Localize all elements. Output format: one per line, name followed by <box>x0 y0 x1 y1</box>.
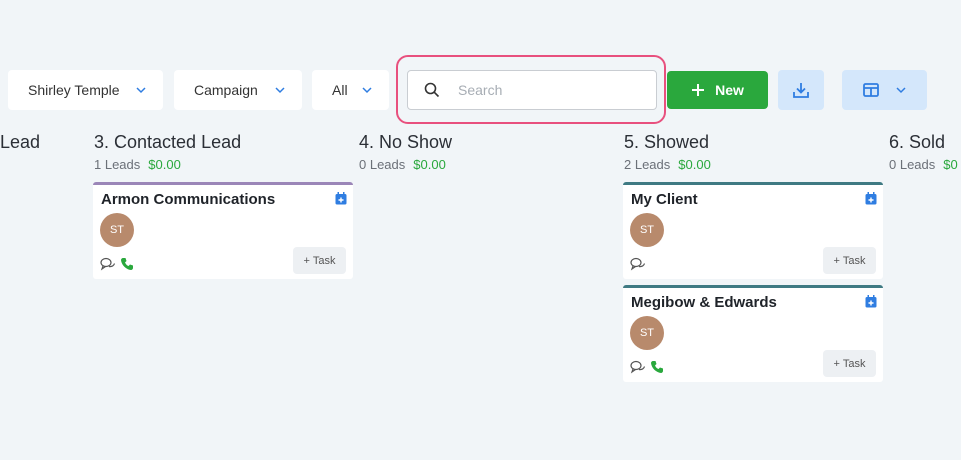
lead-card[interactable]: Armon Communications ST + Task <box>93 182 353 279</box>
phone-icon[interactable] <box>120 257 134 271</box>
campaign-filter-dropdown[interactable]: Campaign <box>174 70 302 110</box>
calendar-add-icon[interactable] <box>865 295 877 308</box>
card-color-bar <box>623 285 883 288</box>
chat-icon[interactable] <box>100 257 116 271</box>
lead-card[interactable]: Megibow & Edwards ST + Task <box>623 285 883 382</box>
lead-name: My Client <box>631 191 698 208</box>
chat-icon[interactable] <box>630 360 646 374</box>
lead-count: 2 Leads <box>624 157 671 172</box>
search-icon <box>424 82 440 98</box>
column-title-contacted-lead: 3. Contacted Lead <box>94 132 242 152</box>
column-title-no-show: 4. No Show <box>359 132 453 152</box>
avatar[interactable]: ST <box>100 213 134 247</box>
chat-icon[interactable] <box>630 257 646 271</box>
lead-count: 1 Leads <box>94 157 141 172</box>
add-task-button[interactable]: + Task <box>823 247 876 274</box>
plus-icon <box>692 84 705 96</box>
lead-count: 0 Leads <box>359 157 406 172</box>
card-color-bar <box>93 182 353 185</box>
lead-card[interactable]: My Client ST + Task <box>623 182 883 279</box>
search-box[interactable] <box>407 70 657 110</box>
lead-count: 0 Leads <box>889 157 936 172</box>
card-color-bar <box>623 182 883 185</box>
lead-amount: $0.00 <box>413 157 446 172</box>
status-filter-label: All <box>332 82 348 98</box>
chevron-down-icon <box>362 87 372 94</box>
chevron-down-icon <box>136 87 146 94</box>
download-button[interactable] <box>778 70 824 110</box>
view-toggle-button[interactable] <box>842 70 927 110</box>
add-task-button[interactable]: + Task <box>823 350 876 377</box>
calendar-add-icon[interactable] <box>335 192 347 205</box>
column-title-lead: Lead <box>0 132 41 152</box>
lead-amount: $0.00 <box>678 157 711 172</box>
column-summary: 1 Leads $0.00 <box>94 157 181 172</box>
card-actions <box>630 257 646 271</box>
columns-layout-icon <box>862 83 879 97</box>
card-actions <box>630 360 664 374</box>
column-summary: 0 Leads $0.00 <box>359 157 446 172</box>
add-task-button[interactable]: + Task <box>293 247 346 274</box>
column-title-sold: 6. Sold <box>889 132 946 152</box>
avatar[interactable]: ST <box>630 316 664 350</box>
search-input[interactable] <box>458 82 638 98</box>
lead-amount: $0 <box>943 157 958 172</box>
phone-icon[interactable] <box>650 360 664 374</box>
new-button-label: New <box>715 82 744 98</box>
campaign-filter-label: Campaign <box>194 82 258 98</box>
user-filter-label: Shirley Temple <box>28 82 120 98</box>
user-filter-dropdown[interactable]: Shirley Temple <box>8 70 163 110</box>
status-filter-dropdown[interactable]: All <box>312 70 389 110</box>
column-summary: 0 Leads $0 <box>889 157 958 172</box>
new-button[interactable]: New <box>667 71 768 109</box>
column-title-showed: 5. Showed <box>624 132 710 152</box>
lead-name: Megibow & Edwards <box>631 294 777 311</box>
chevron-down-icon <box>275 87 285 94</box>
avatar[interactable]: ST <box>630 213 664 247</box>
column-summary: 2 Leads $0.00 <box>624 157 711 172</box>
chevron-down-icon <box>895 87 906 94</box>
lead-amount: $0.00 <box>148 157 181 172</box>
calendar-add-icon[interactable] <box>865 192 877 205</box>
download-icon <box>793 83 809 98</box>
card-actions <box>100 257 134 271</box>
lead-name: Armon Communications <box>101 191 276 208</box>
